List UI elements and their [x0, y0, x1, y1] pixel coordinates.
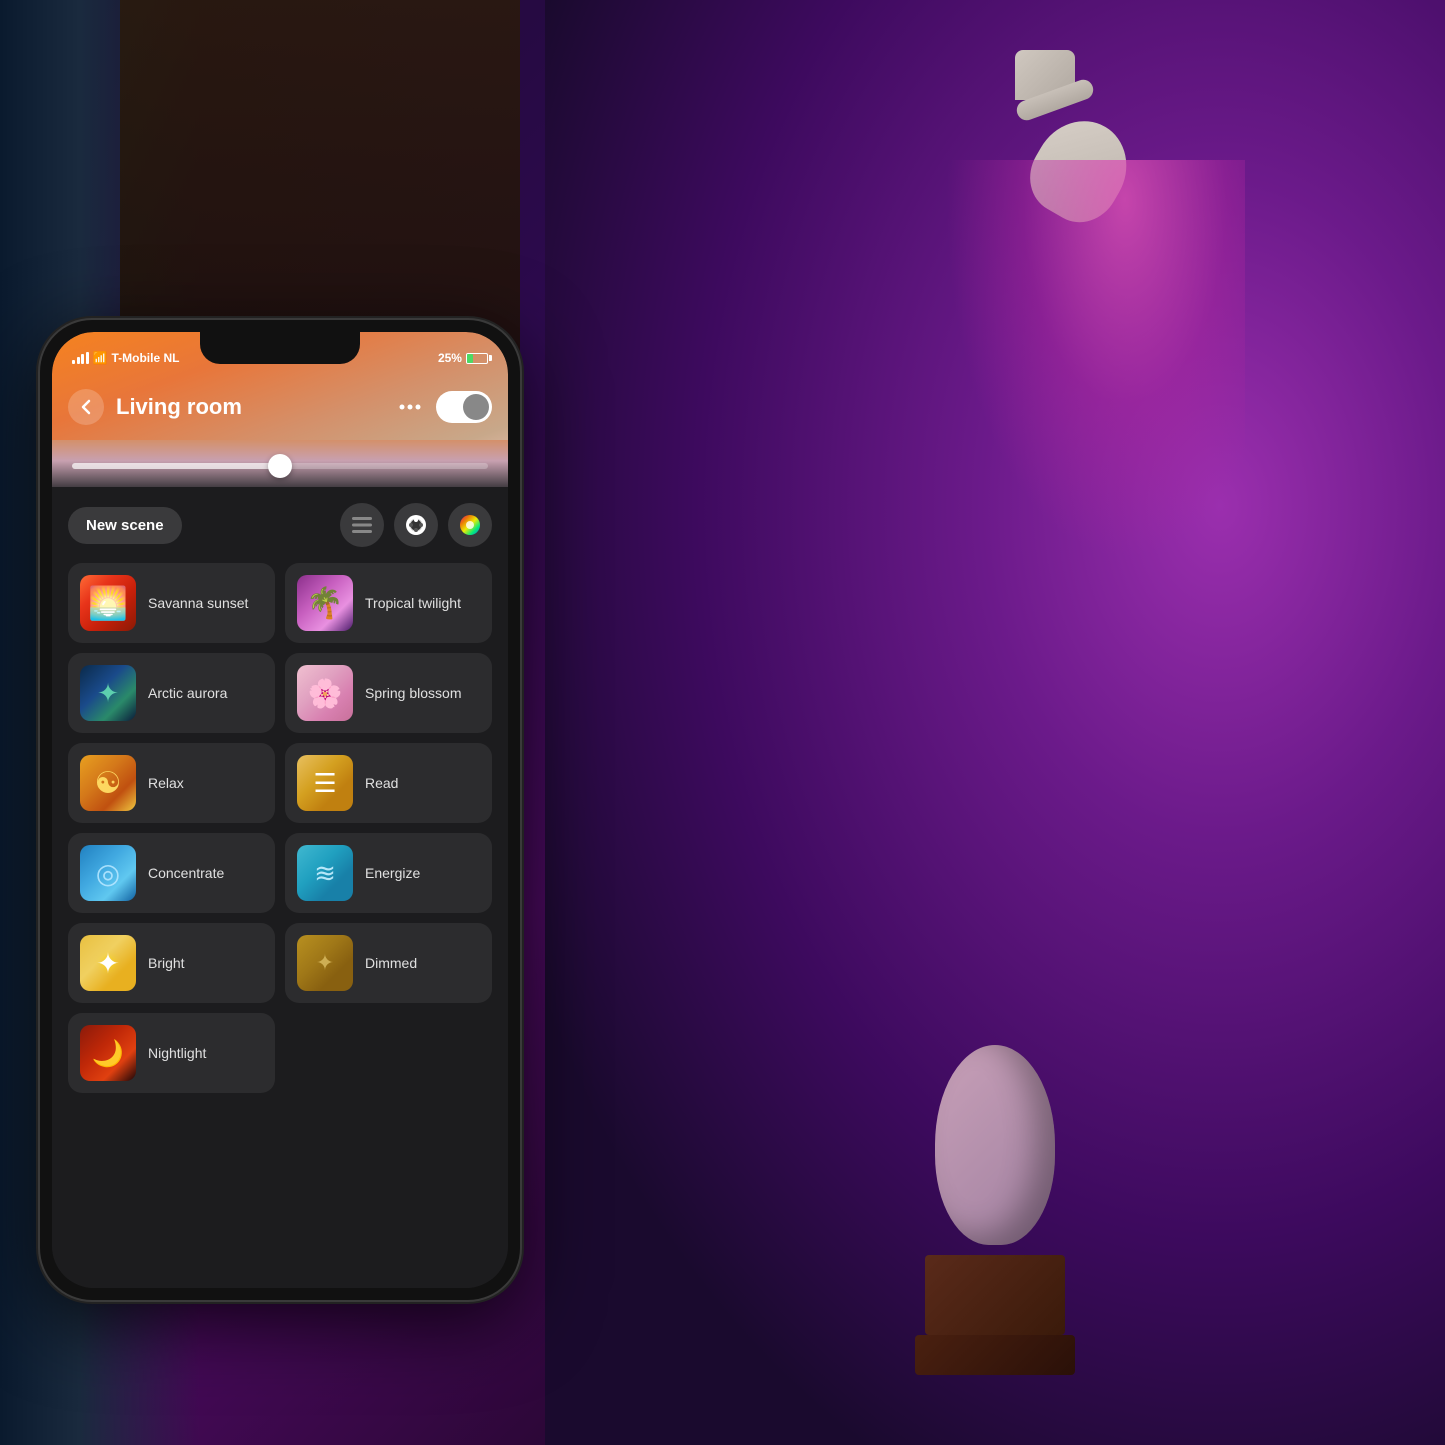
new-scene-button[interactable]: New scene — [68, 507, 182, 544]
scene-thumb-spring: 🌸 — [297, 665, 353, 721]
color-picker-button[interactable] — [448, 503, 492, 547]
scene-label-savanna: Savanna sunset — [148, 595, 248, 611]
back-button[interactable] — [68, 389, 104, 425]
toggle-knob — [463, 394, 489, 420]
dimmed-overlay: ✦ — [297, 935, 353, 991]
scene-thumb-arctic: ✦ — [80, 665, 136, 721]
sculpture — [915, 1045, 1075, 1365]
scene-label-dimmed: Dimmed — [365, 955, 417, 971]
scene-label-nightlight: Nightlight — [148, 1045, 206, 1061]
scene-thumb-read: ☰ — [297, 755, 353, 811]
scene-view-button[interactable] — [394, 503, 438, 547]
sculpture-pedestal — [915, 1335, 1075, 1375]
status-right: 25% — [438, 351, 488, 365]
scenes-grid: 🌅 Savanna sunset 🌴 Tropical twilight — [68, 563, 492, 1093]
tropical-overlay: 🌴 — [297, 575, 353, 631]
phone-screen: 📶 T-Mobile NL 09:23 25% Li — [52, 332, 508, 1288]
scene-item-bright[interactable]: ✦ Bright — [68, 923, 275, 1003]
notch — [200, 332, 360, 364]
scene-item-spring-blossom[interactable]: 🌸 Spring blossom — [285, 653, 492, 733]
scene-label-tropical: Tropical twilight — [365, 595, 461, 611]
scene-thumb-bright: ✦ — [80, 935, 136, 991]
room-toggle[interactable] — [436, 391, 492, 423]
content-area[interactable]: New scene — [52, 487, 508, 1288]
battery-percent: 25% — [438, 351, 462, 365]
scene-thumb-tropical: 🌴 — [297, 575, 353, 631]
savanna-overlay: 🌅 — [80, 575, 136, 631]
scene-item-concentrate[interactable]: ◎ Concentrate — [68, 833, 275, 913]
list-view-button[interactable] — [340, 503, 384, 547]
nav-row: Living room — [52, 382, 508, 432]
toolbar-row: New scene — [68, 503, 492, 547]
more-button[interactable] — [392, 389, 428, 425]
brightness-fill — [72, 463, 280, 469]
signal-bars — [72, 352, 89, 364]
scene-thumb-relax: ☯ — [80, 755, 136, 811]
scene-thumb-nightlight: 🌙 — [80, 1025, 136, 1081]
scene-label-read: Read — [365, 775, 398, 791]
wifi-icon: 📶 — [93, 351, 108, 365]
scene-label-bright: Bright — [148, 955, 185, 971]
scene-item-nightlight[interactable]: 🌙 Nightlight — [68, 1013, 275, 1093]
scene-item-arctic-aurora[interactable]: ✦ Arctic aurora — [68, 653, 275, 733]
sculpture-head — [935, 1045, 1055, 1245]
battery-fill — [467, 354, 473, 363]
nightlight-overlay: 🌙 — [80, 1025, 136, 1081]
scene-item-energize[interactable]: ≋ Energize — [285, 833, 492, 913]
arctic-overlay: ✦ — [80, 665, 136, 721]
scene-label-concentrate: Concentrate — [148, 865, 224, 881]
scene-item-read[interactable]: ☰ Read — [285, 743, 492, 823]
scene-item-savanna-sunset[interactable]: 🌅 Savanna sunset — [68, 563, 275, 643]
scene-item-relax[interactable]: ☯ Relax — [68, 743, 275, 823]
scene-label-arctic: Arctic aurora — [148, 685, 227, 701]
brightness-area — [52, 440, 508, 492]
room-title: Living room — [116, 394, 392, 420]
relax-overlay: ☯ — [80, 755, 136, 811]
scene-label-spring: Spring blossom — [365, 685, 462, 701]
scene-thumb-energize: ≋ — [297, 845, 353, 901]
brightness-slider[interactable] — [72, 463, 488, 469]
carrier-label: T-Mobile NL — [111, 351, 179, 365]
scene-label-relax: Relax — [148, 775, 184, 791]
scene-thumb-concentrate: ◎ — [80, 845, 136, 901]
scene-item-tropical-twilight[interactable]: 🌴 Tropical twilight — [285, 563, 492, 643]
concentrate-overlay: ◎ — [80, 845, 136, 901]
scene-item-dimmed[interactable]: ✦ Dimmed — [285, 923, 492, 1003]
scene-label-energize: Energize — [365, 865, 420, 881]
phone-container: 📶 T-Mobile NL 09:23 25% Li — [40, 320, 550, 1370]
brightness-thumb[interactable] — [268, 454, 292, 478]
bright-overlay: ✦ — [80, 935, 136, 991]
scene-thumb-dimmed: ✦ — [297, 935, 353, 991]
energize-overlay: ≋ — [297, 845, 353, 901]
status-left: 📶 T-Mobile NL — [72, 351, 179, 365]
scene-thumb-savanna: 🌅 — [80, 575, 136, 631]
battery-icon — [466, 353, 488, 364]
read-overlay: ☰ — [297, 755, 353, 811]
sculpture-base — [925, 1255, 1065, 1335]
spring-overlay: 🌸 — [297, 665, 353, 721]
phone: 📶 T-Mobile NL 09:23 25% Li — [40, 320, 520, 1300]
